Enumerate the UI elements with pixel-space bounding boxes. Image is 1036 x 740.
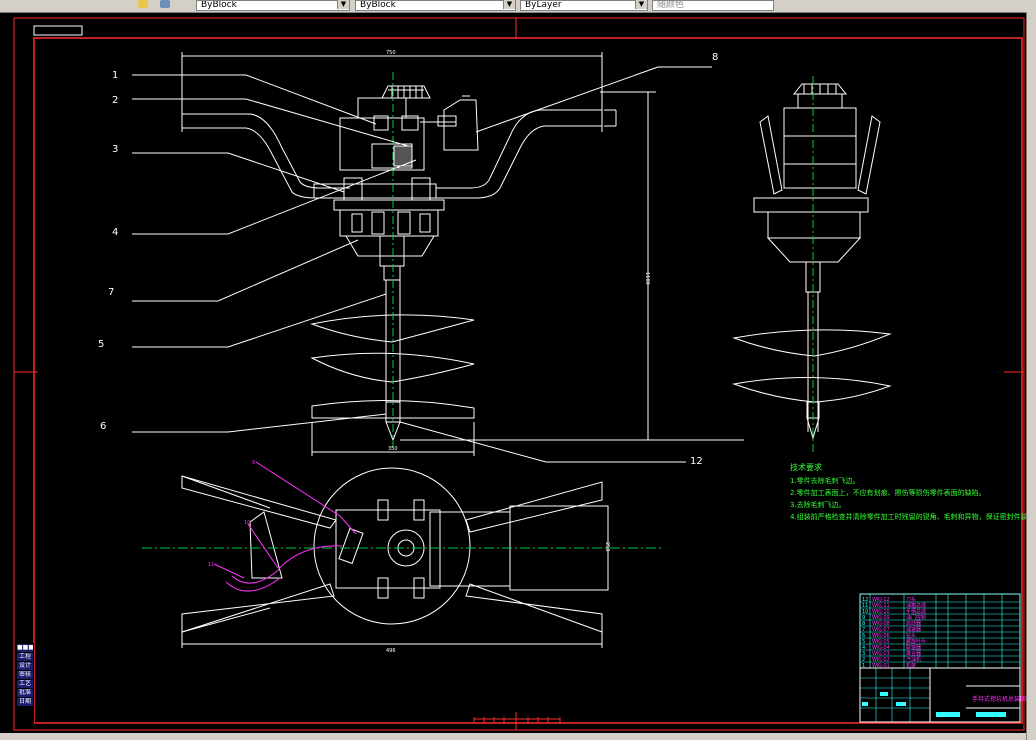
color-combo[interactable]: ByLayer xyxy=(520,0,648,11)
note-2: 2.零件加工表面上，不应有划痕、擦伤等损伤零件表面的缺陷。 xyxy=(790,488,986,497)
horizontal-scrollbar[interactable] xyxy=(0,733,1026,740)
parts-list: 12 WKJ-12 刀头11 WKJ-11 油箱总成10 WKJ-10 手柄总成9 WKJ-0… xyxy=(860,596,1020,669)
parts-cell-name: 刀头 xyxy=(906,596,916,603)
callout-leaders xyxy=(132,66,712,463)
callout-6: 6 xyxy=(100,421,106,432)
layer-previous-icon[interactable] xyxy=(160,0,170,8)
parts-cell-name: 螺旋叶片 xyxy=(906,638,926,645)
color-combo-value: ByLayer xyxy=(525,0,562,10)
callout-12: 12 xyxy=(690,456,703,467)
parts-cell-name: 油门控制 xyxy=(906,614,926,621)
plan-view-cables xyxy=(213,461,357,592)
linetype-combo[interactable]: ByBlock xyxy=(196,0,350,11)
parts-cell-name: 联轴器 xyxy=(906,644,921,651)
bottom-scale-ticks xyxy=(473,717,561,723)
callout-3: 3 xyxy=(112,144,118,155)
vertical-scrollbar[interactable] xyxy=(1026,12,1036,740)
panel-cell-1: ■■■ xyxy=(17,644,33,652)
plan-label-11: 11 xyxy=(208,562,214,568)
plan-label-9: 9 xyxy=(252,460,255,466)
cad-drawing-canvas[interactable]: 750 1100 350 1 2 3 4 7 5 6 8 12 496 250 … xyxy=(0,12,1026,733)
plotstyle-combo[interactable]: 随颜色 xyxy=(652,0,774,11)
note-3: 3.去除毛刺飞边。 xyxy=(790,500,846,509)
callout-4: 4 xyxy=(112,227,118,238)
plan-label-10: 10 xyxy=(244,520,250,526)
dim-height: 1100 xyxy=(644,272,650,285)
lineweight-combo-value: ByBlock xyxy=(360,0,396,10)
plan-view-labels: 9 10 11 xyxy=(208,460,255,568)
plotstyle-combo-value: 随颜色 xyxy=(657,0,685,10)
callout-7: 7 xyxy=(108,287,114,298)
parts-cell-name: 钻头 xyxy=(906,632,916,639)
drawing-title: 手持式挖坑机总装图 xyxy=(972,695,1026,703)
lineweight-combo[interactable]: ByBlock xyxy=(355,0,516,11)
dim-plan-height: 250 xyxy=(604,542,610,552)
linetype-combo-value: ByBlock xyxy=(201,0,237,10)
callout-2: 2 xyxy=(112,95,118,106)
linetype-dropdown-arrow[interactable]: ▼ xyxy=(337,0,349,9)
lineweight-dropdown-arrow[interactable]: ▼ xyxy=(503,0,515,9)
dim-bottom-width: 350 xyxy=(388,446,398,452)
panel-cell-2: 工程 xyxy=(17,653,33,661)
callout-1: 1 xyxy=(112,70,118,81)
panel-cell-4: 审核 xyxy=(17,671,33,679)
callout-8: 8 xyxy=(712,52,718,63)
color-dropdown-arrow[interactable]: ▼ xyxy=(635,0,647,9)
parts-cell-name: 手柄总成 xyxy=(906,608,926,615)
layer-state-icon[interactable] xyxy=(138,0,148,8)
parts-cell-name: 汽油机 xyxy=(906,656,921,663)
panel-cell-7: 日期 xyxy=(17,698,33,706)
callout-5: 5 xyxy=(98,339,104,350)
technical-notes: 技术要求 1.零件去除毛刺飞边。 2.零件加工表面上，不应有划痕、擦伤等损伤零件… xyxy=(790,462,1026,521)
parts-cell-name: 离合器 xyxy=(906,650,921,657)
note-4: 4.组装前严格检查并清除零件加工时残留的锐角、毛刺和异物，保证密封件装入时不被擦… xyxy=(790,512,1026,521)
parts-cell-name: 油箱总成 xyxy=(906,602,926,609)
notes-title: 技术要求 xyxy=(790,462,822,472)
note-1: 1.零件去除毛刺飞边。 xyxy=(790,476,860,485)
parts-cell-name: 减速器 xyxy=(906,626,921,633)
panel-cell-5: 工艺 xyxy=(17,680,33,688)
dim-top-width: 750 xyxy=(386,50,396,56)
panel-cell-3: 设计 xyxy=(17,662,33,670)
revision-panel: ■■■ 工程 设计 审核 工艺 批准 日期 xyxy=(16,643,34,723)
title-block: 12 WKJ-12 刀头11 WKJ-11 油箱总成10 WKJ-10 手柄总成9 WKJ-0… xyxy=(859,593,1026,723)
panel-cell-6: 批准 xyxy=(17,689,33,697)
drawing-code-box xyxy=(33,25,83,36)
side-view xyxy=(732,83,892,440)
parts-cell-name: 启动器 xyxy=(906,620,921,627)
dim-plan-width: 496 xyxy=(386,648,396,654)
front-view xyxy=(181,52,744,456)
plan-view xyxy=(181,467,609,648)
